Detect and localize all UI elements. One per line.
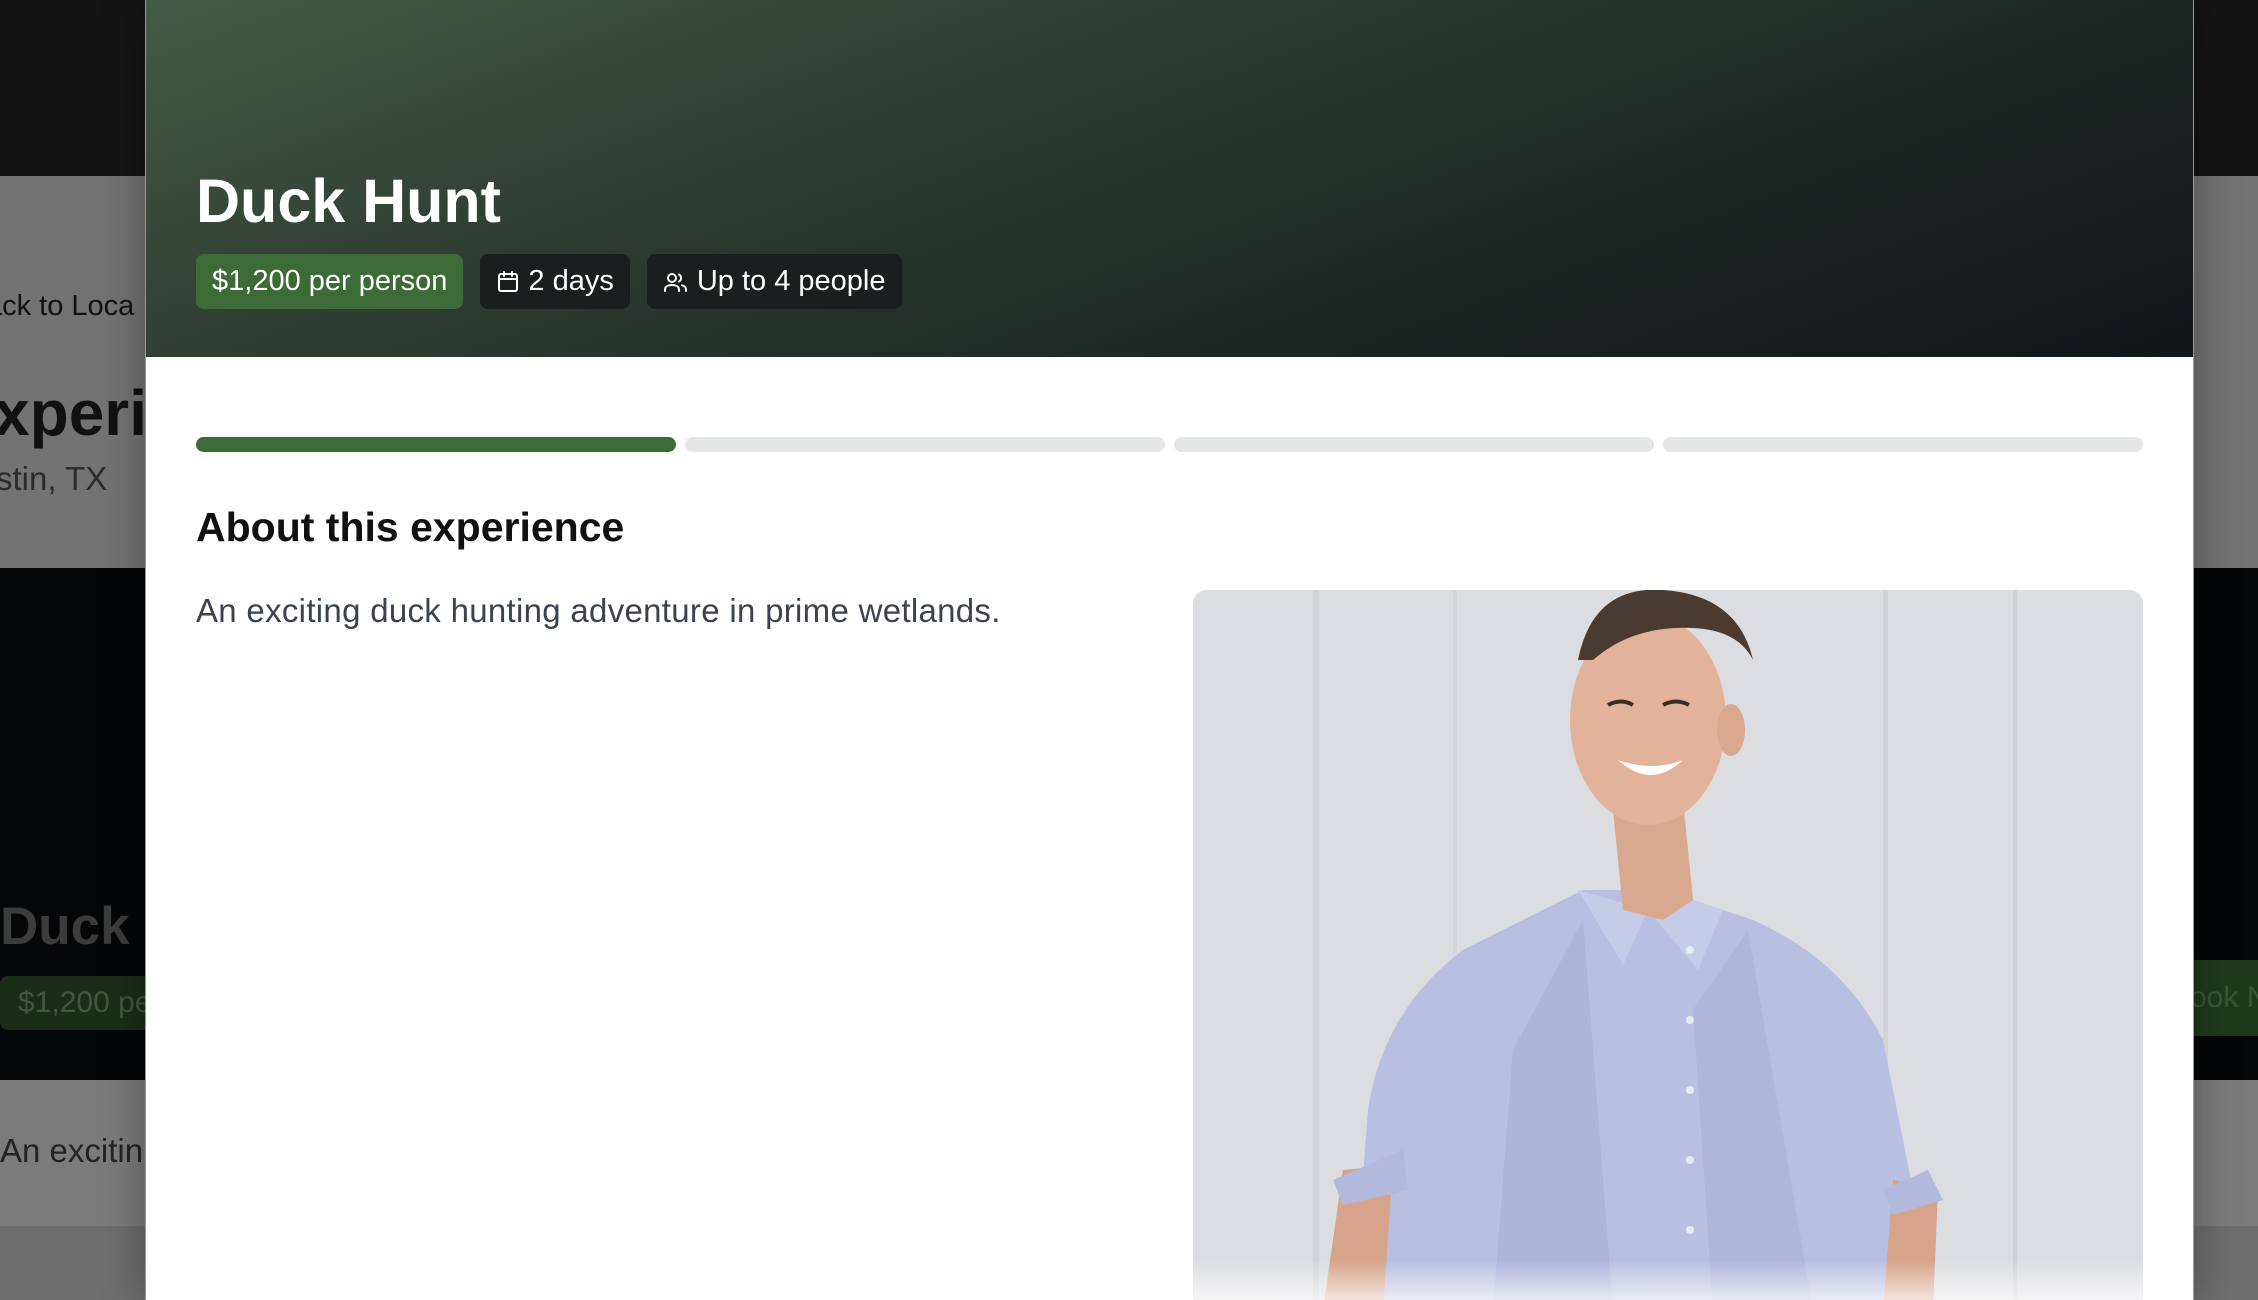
modal-bottom-fade <box>146 1260 2193 1300</box>
experience-description: An exciting duck hunting adventure in pr… <box>196 592 1001 629</box>
section-title: About this experience <box>196 504 625 550</box>
capacity-chip-label: Up to 4 people <box>696 265 886 297</box>
background-description: An excitin <box>0 1132 144 1169</box>
duration-chip: 2 days <box>480 254 630 309</box>
users-icon <box>663 270 689 294</box>
capacity-chip: Up to 4 people <box>646 254 902 309</box>
progress-step-4 <box>1663 437 2143 452</box>
duration-chip-label: 2 days <box>528 265 614 297</box>
background-location: stin, TX <box>0 460 108 497</box>
calendar-icon <box>496 270 520 294</box>
experience-modal: Duck Hunt $1,200 per person 2 days Up to… <box>145 0 2194 1300</box>
price-chip-label: $1,200 per person <box>212 265 448 297</box>
guide-photo <box>1193 590 2143 1300</box>
modal-hero: Duck Hunt $1,200 per person 2 days Up to… <box>146 0 2193 357</box>
price-chip: $1,200 per person <box>196 254 464 309</box>
progress-step-2 <box>685 437 1165 452</box>
step-progress <box>196 437 2143 452</box>
experience-chips: $1,200 per person 2 days Up to 4 people <box>196 254 902 309</box>
experience-title: Duck Hunt <box>196 167 501 235</box>
progress-step-1 <box>196 437 676 452</box>
background-back-link: ack to Loca <box>0 290 135 322</box>
progress-step-3 <box>1174 437 1654 452</box>
